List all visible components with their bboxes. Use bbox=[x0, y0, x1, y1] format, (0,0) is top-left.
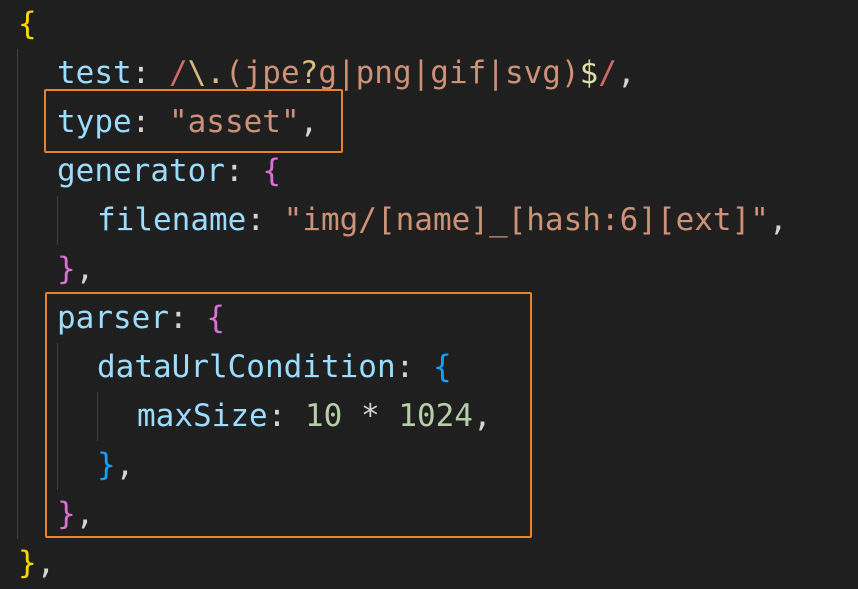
code-token: : bbox=[224, 153, 263, 189]
code-line[interactable]: { bbox=[18, 0, 37, 49]
code-token: : bbox=[246, 202, 284, 238]
code-token: test bbox=[57, 55, 132, 91]
code-token: / bbox=[598, 55, 617, 91]
type-highlight-box bbox=[44, 89, 343, 153]
code-token: filename bbox=[97, 202, 247, 238]
code-token: $ bbox=[579, 55, 599, 91]
code-token: "img/[name]_[hash:6][ext]" bbox=[283, 202, 769, 238]
code-line[interactable]: generator: { bbox=[57, 147, 281, 196]
code-token: generator bbox=[57, 153, 225, 189]
code-line[interactable]: filename: "img/[name]_[hash:6][ext]", bbox=[97, 196, 788, 245]
code-token: { bbox=[18, 6, 37, 42]
indent-guide bbox=[57, 196, 58, 245]
code-token: ? bbox=[299, 55, 319, 91]
code-line[interactable]: }, bbox=[57, 245, 94, 294]
code-line[interactable]: }, bbox=[18, 539, 55, 588]
code-token: , bbox=[616, 55, 636, 91]
code-token: \. bbox=[187, 55, 225, 91]
code-token: } bbox=[18, 545, 37, 581]
code-token: } bbox=[57, 251, 76, 287]
code-editor[interactable]: { test: /\.(jpe?g|png|gif|svg)$/, type: … bbox=[0, 0, 858, 589]
parser-highlight-box bbox=[45, 292, 532, 538]
code-token: , bbox=[36, 545, 56, 581]
code-token: (jpe bbox=[224, 55, 300, 91]
indent-guide bbox=[17, 49, 18, 539]
code-token: / bbox=[168, 55, 188, 91]
code-token: g|png|gif|svg) bbox=[318, 55, 580, 91]
code-token: , bbox=[768, 202, 788, 238]
code-token: : bbox=[131, 55, 169, 91]
code-token: , bbox=[75, 251, 95, 287]
code-token: { bbox=[262, 153, 281, 189]
